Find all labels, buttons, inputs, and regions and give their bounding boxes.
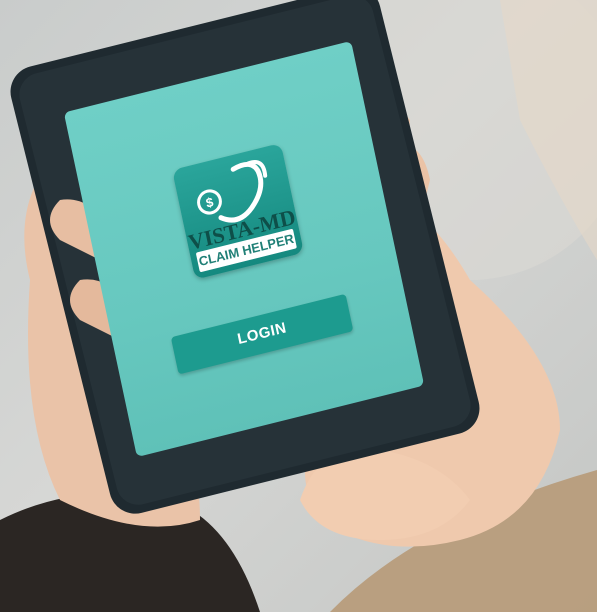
svg-text:$: $ xyxy=(205,194,216,211)
login-button[interactable]: LOGIN xyxy=(170,293,354,375)
app-logo: $ VISTA-MD CLAIM HELPER xyxy=(172,142,305,280)
photo-scene: $ VISTA-MD CLAIM HELPER LOGIN xyxy=(0,0,597,612)
